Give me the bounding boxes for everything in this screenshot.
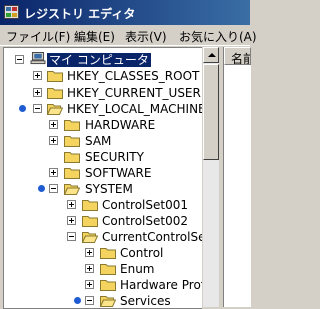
folder-open-icon [47,104,63,115]
expand-button[interactable] [49,120,58,129]
tree-vertical-scrollbar[interactable] [202,47,219,307]
folder-icon [100,264,116,275]
tree-item-label: SYSTEM [85,182,133,196]
menu-view[interactable]: 表示(V) [125,28,167,45]
tree-item-label: SOFTWARE [85,166,152,180]
folder-icon [64,136,80,147]
folder-icon [47,88,63,99]
tree-item-label: Hardware Profi [120,278,202,292]
tree-item-label: HARDWARE [85,118,156,132]
scroll-up-button[interactable] [203,47,219,63]
tree-item-label: Enum [120,262,155,276]
folder-icon [64,120,80,131]
expand-button[interactable] [33,88,42,97]
tree-item-label: マイ コンピュータ [47,53,151,67]
collapse-button[interactable] [67,232,76,241]
tree-item-label: ControlSet002 [102,214,188,228]
expand-button[interactable] [33,71,42,80]
tree-item-label: SAM [85,134,112,148]
registry-tree[interactable]: マイ コンピュータ HKEY_CLASSES_ROOT HKEY_CURRENT… [3,47,202,309]
tree-item-hardware-profiles[interactable]: Hardware Profi [4,277,202,293]
tree-item-label: HKEY_LOCAL_MACHINE [67,102,202,116]
collapse-button[interactable] [49,184,58,193]
folder-icon [64,152,80,163]
tree-item-security[interactable]: SECURITY [4,149,200,165]
tree-item-label: Services [120,294,171,308]
folder-icon [47,71,63,82]
folder-open-icon [100,296,116,307]
expand-button[interactable] [85,280,94,289]
tree-item-hkey-current-user[interactable]: HKEY_CURRENT_USER [4,85,201,101]
tree-item-label: HKEY_CLASSES_ROOT [67,69,200,83]
menu-file[interactable]: ファイル(F) [6,28,70,45]
window-title: レジストリ エディタ [24,7,136,21]
tree-item-currentcontrolset[interactable]: CurrentControlSet [4,229,202,245]
scroll-thumb[interactable] [203,64,219,160]
tree-item-software[interactable]: SOFTWARE [4,165,200,181]
folder-icon [82,216,98,227]
menu-favorites[interactable]: お気に入り(A) [179,28,257,45]
marker-dot [74,297,81,304]
values-pane[interactable]: 名前 [223,47,251,307]
expand-button[interactable] [85,248,94,257]
computer-icon [30,52,46,65]
column-header-label: 名前 [231,52,250,65]
tree-item-system[interactable]: SYSTEM [4,181,200,197]
marker-dot [38,185,45,192]
tree-item-label: HKEY_CURRENT_USER [67,86,201,100]
tree-item-controlset002[interactable]: ControlSet002 [4,213,200,229]
registry-editor-icon [4,5,19,19]
tree-item-my-computer[interactable]: マイ コンピュータ [4,52,200,68]
folder-open-icon [82,232,98,243]
folder-icon [100,248,116,259]
collapse-button[interactable] [33,104,42,113]
expand-button[interactable] [67,216,76,225]
tree-item-label: Control [120,246,164,260]
tree-item-hkey-local-machine[interactable]: HKEY_LOCAL_MACHINE [4,101,202,117]
expand-button[interactable] [67,200,76,209]
folder-icon [64,168,80,179]
tree-item-label: SECURITY [85,150,144,164]
up-arrow-icon [208,53,216,57]
column-header-name[interactable]: 名前 [224,47,251,65]
folder-icon [100,280,116,291]
tree-item-label: ControlSet001 [102,198,188,212]
tree-item-hardware[interactable]: HARDWARE [4,117,200,133]
title-bar[interactable]: レジストリ エディタ [0,0,250,25]
folder-open-icon [64,184,80,195]
menu-bar: ファイル(F) 編集(E) 表示(V) お気に入り(A) [0,25,257,46]
collapse-button[interactable] [15,55,24,64]
expand-button[interactable] [85,264,94,273]
expand-button[interactable] [49,136,58,145]
menu-edit[interactable]: 編集(E) [74,28,115,45]
tree-item-control[interactable]: Control [4,245,200,261]
tree-item-hkey-classes-root[interactable]: HKEY_CLASSES_ROOT [4,68,200,84]
tree-item-enum[interactable]: Enum [4,261,200,277]
collapse-button[interactable] [85,296,94,305]
tree-item-label: CurrentControlSet [102,230,202,244]
tree-item-controlset001[interactable]: ControlSet001 [4,197,200,213]
expand-button[interactable] [49,168,58,177]
folder-icon [82,200,98,211]
marker-dot [19,105,26,112]
tree-item-sam[interactable]: SAM [4,133,200,149]
